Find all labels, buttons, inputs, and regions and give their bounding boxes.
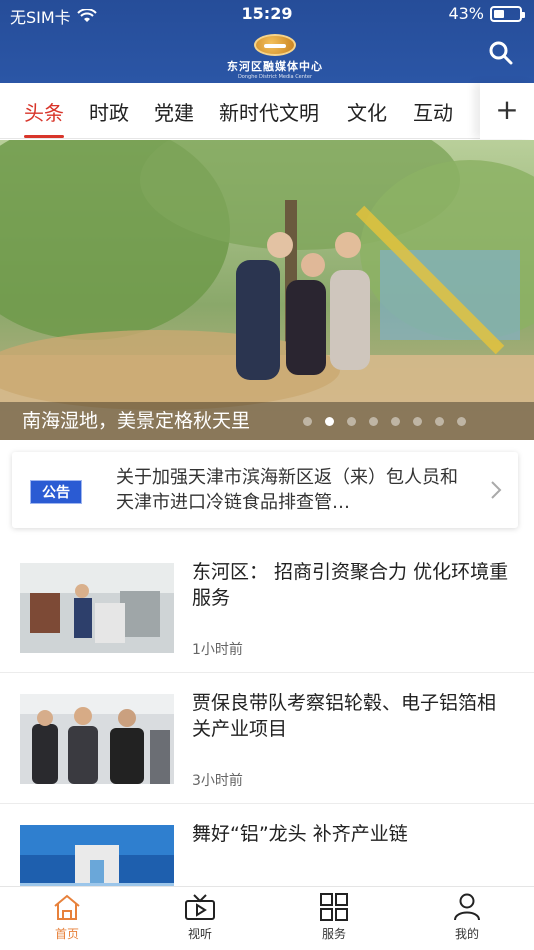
logo-subtitle: Donghe District Media Center (237, 74, 313, 80)
tab-civilization[interactable]: 新时代文明 (219, 97, 319, 126)
logo-name: 东河区融媒体中心 (227, 60, 323, 73)
battery-percent: 43% (448, 4, 484, 23)
status-bar: 无SIM卡 15:29 43% (0, 0, 534, 28)
carousel-dot[interactable] (413, 417, 422, 426)
app-header: 无SIM卡 15:29 43% 东河区融媒体中心 Donghe District… (0, 0, 534, 83)
carousel-dots (303, 417, 466, 426)
nav-profile-label: 我的 (454, 927, 479, 941)
carousel-dot[interactable] (347, 417, 356, 426)
news-title: 贾保良带队考察铝轮毂、电子铝箔相关产业项目 (192, 692, 497, 740)
home-icon (54, 894, 80, 920)
logo-emblem (254, 34, 296, 56)
nav-media[interactable]: 视听 (160, 893, 240, 942)
nav-home[interactable]: 首页 (27, 893, 107, 942)
carousel-dot[interactable] (303, 417, 312, 426)
tab-party[interactable]: 党建 (154, 97, 194, 126)
nav-services-label: 服务 (321, 927, 346, 941)
carousel-dot[interactable] (325, 417, 334, 426)
news-time: 1小时前 (192, 642, 243, 658)
banner-photo (0, 140, 534, 440)
announcement-card[interactable]: 公告 关于加强天津市滨海新区返（来）包人员和天津市进口冷链食品排查管… (12, 452, 518, 528)
search-icon[interactable] (488, 40, 514, 66)
news-title: 东河区： 招商引资聚合力 优化环境重服务 (192, 561, 509, 609)
tv-icon (185, 894, 215, 920)
bottom-navigation: 首页 视听 服务 我的 (0, 886, 534, 950)
news-title: 舞好“铝”龙头 补齐产业链 (192, 823, 408, 845)
nav-profile[interactable]: 我的 (427, 893, 507, 942)
carousel-dot[interactable] (391, 417, 400, 426)
carousel-dot[interactable] (435, 417, 444, 426)
grid-icon (320, 893, 348, 921)
add-channel-button[interactable]: + (480, 83, 534, 139)
tab-culture[interactable]: 文化 (347, 97, 387, 126)
nav-media-label: 视听 (187, 927, 212, 941)
news-thumbnail (20, 563, 174, 653)
app-logo: 东河区融媒体中心 Donghe District Media Center (220, 34, 330, 80)
carousel-dot[interactable] (457, 417, 466, 426)
tab-headlines[interactable]: 头条 (24, 97, 64, 126)
news-time: 3小时前 (192, 773, 243, 789)
announcement-text: 关于加强天津市滨海新区返（来）包人员和天津市进口冷链食品排查管… (116, 467, 458, 513)
tab-politics[interactable]: 时政 (89, 97, 129, 126)
announcement-badge: 公告 (30, 480, 82, 504)
channel-tabs: 头条 时政 党建 新时代文明 文化 互动 + (0, 83, 534, 139)
active-tab-indicator (24, 135, 64, 138)
nav-home-label: 首页 (54, 927, 79, 941)
chevron-right-icon (491, 481, 502, 499)
tab-interaction[interactable]: 互动 (413, 97, 453, 126)
carousel-dot[interactable] (369, 417, 378, 426)
news-item[interactable]: 贾保良带队考察铝轮毂、电子铝箔相关产业项目 3小时前 (0, 674, 534, 804)
nav-services[interactable]: 服务 (294, 893, 374, 942)
user-icon (454, 893, 480, 921)
news-thumbnail (20, 694, 174, 784)
news-item[interactable]: 东河区： 招商引资聚合力 优化环境重服务 1小时前 (0, 543, 534, 673)
banner-carousel[interactable]: 南海湿地，美景定格秋天里 (0, 140, 534, 440)
battery-icon (490, 5, 525, 22)
